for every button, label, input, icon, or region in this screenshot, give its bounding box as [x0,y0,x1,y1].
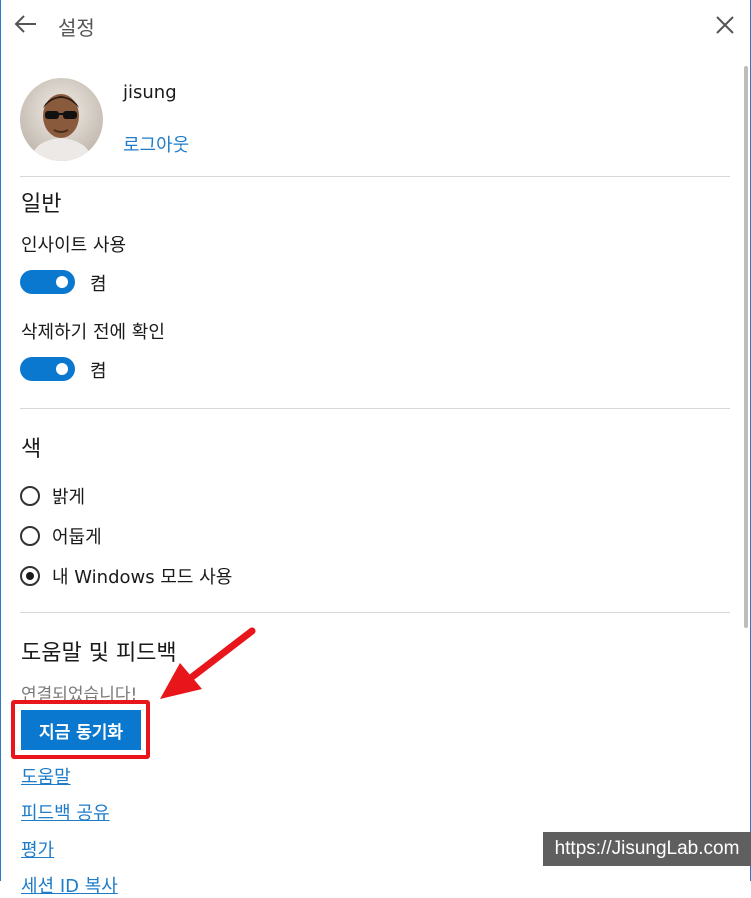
radio-windows-mode[interactable]: 내 Windows 모드 사용 [20,562,232,590]
radio-button-selected [20,566,40,586]
radio-label: 어둡게 [52,527,102,548]
insights-toggle-state: 켬 [90,274,107,295]
insights-toggle[interactable] [20,270,75,294]
radio-label: 내 Windows 모드 사용 [52,567,233,588]
confirm-delete-toggle-state: 켬 [90,361,107,382]
rate-link[interactable]: 평가 [21,836,54,862]
scrollbar[interactable] [744,66,748,628]
watermark: https://JisungLab.com [543,832,751,866]
radio-button [20,526,40,546]
insights-label: 인사이트 사용 [21,235,127,256]
section-title-general: 일반 [21,192,62,217]
logout-link[interactable]: 로그아웃 [123,131,189,157]
close-button[interactable] [712,12,738,38]
account-username: jisung [123,82,177,103]
divider [20,408,730,409]
close-icon [716,16,734,34]
divider [20,612,730,613]
radio-dark[interactable]: 어둡게 [20,522,102,550]
back-arrow-icon [14,15,36,33]
section-title-color: 색 [21,437,42,462]
sync-now-button[interactable]: 지금 동기화 [21,710,141,750]
radio-button [20,486,40,506]
page-title: 설정 [58,16,95,40]
avatar [20,78,103,161]
confirm-delete-label: 삭제하기 전에 확인 [21,322,165,343]
confirm-delete-toggle[interactable] [20,357,75,381]
copy-session-id-link[interactable]: 세션 ID 복사 [21,872,118,898]
back-button[interactable] [12,10,40,38]
share-feedback-link[interactable]: 피드백 공유 [21,799,110,825]
divider [20,176,730,177]
radio-light[interactable]: 밝게 [20,482,85,510]
annotation-arrow-icon [160,627,256,699]
radio-label: 밝게 [52,487,86,508]
help-link[interactable]: 도움말 [21,763,71,789]
